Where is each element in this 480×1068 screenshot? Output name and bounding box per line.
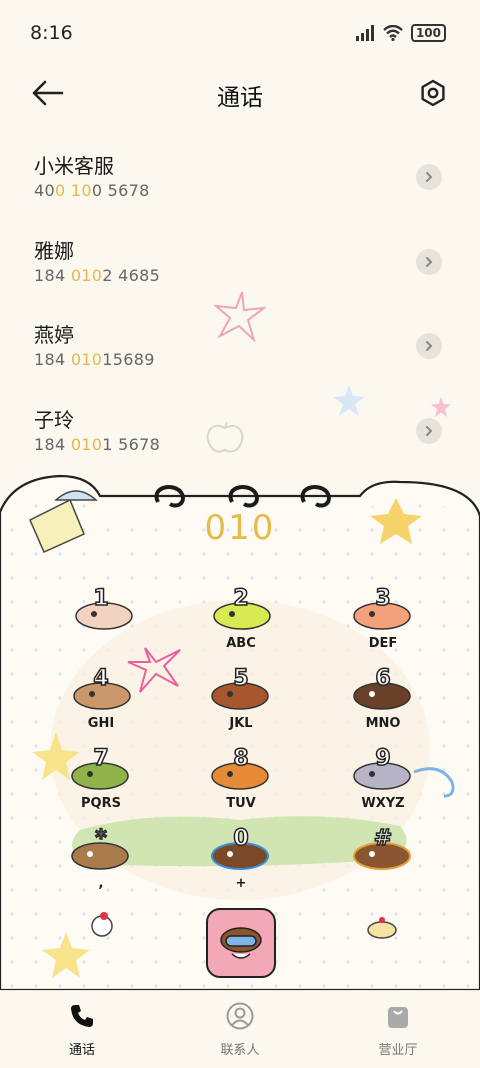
key-letters: MNO: [365, 716, 401, 731]
battery-indicator: 100: [410, 24, 446, 42]
header: 通话: [0, 64, 480, 126]
key-digit: 0: [233, 825, 250, 852]
key-letters: TUV: [226, 796, 256, 811]
key-letters: JKL: [229, 716, 253, 731]
nav-tab-contacts[interactable]: 联系人: [180, 1001, 300, 1058]
bottom-nav: 通话 联系人 营业厅: [0, 990, 480, 1068]
key-letters: ,: [98, 876, 104, 891]
contact-name: 雅娜: [34, 238, 74, 263]
key-letters: GHI: [87, 716, 115, 731]
small-pink-star-icon: [431, 397, 451, 417]
settings-button[interactable]: [418, 78, 448, 108]
nav-tab-store[interactable]: 营业厅: [338, 1001, 458, 1058]
status-time: 8:16: [30, 22, 73, 44]
dial-key-7[interactable]: 7 PQRS: [56, 744, 146, 814]
contact-number: 400 100 5678: [34, 181, 150, 200]
dial-key-3[interactable]: 3 DEF: [338, 584, 428, 654]
chevron-right-icon: [426, 341, 433, 351]
key-digit: 2: [233, 585, 250, 612]
call-detail-button[interactable]: [416, 164, 442, 190]
key-letters: DEF: [368, 636, 398, 651]
key-digit: #: [373, 825, 393, 852]
contact-number: 184 01015689: [34, 350, 155, 369]
key-letters: PQRS: [81, 796, 121, 811]
key-digit: *: [94, 825, 107, 852]
key-digit: 3: [375, 585, 392, 612]
call-button[interactable]: [206, 908, 276, 978]
nav-label: 通话: [68, 1043, 95, 1058]
call-detail-button[interactable]: [416, 333, 442, 359]
key-digit: 4: [93, 665, 110, 692]
pink-star-icon: [214, 291, 266, 342]
key-digit: 7: [93, 745, 110, 772]
status-icons: 100: [355, 24, 446, 42]
chevron-right-icon: [426, 256, 433, 267]
blue-star-icon: [333, 385, 365, 416]
dog-phone-icon: [220, 927, 262, 959]
dial-key-hash[interactable]: #: [338, 824, 428, 894]
gear-icon: [421, 79, 445, 107]
key-digit: 1: [93, 585, 110, 612]
key-digit: 8: [233, 745, 250, 772]
apple-icon: [206, 421, 244, 453]
page-title: 通话: [217, 85, 263, 111]
key-digit: 5: [233, 665, 250, 692]
call-detail-button[interactable]: [416, 417, 442, 444]
signal-icon: [355, 25, 374, 41]
call-item[interactable]: 小米客服 400 100 5678: [0, 132, 480, 217]
contact-number: 184 0101 5678: [34, 434, 161, 454]
nav-tab-calls[interactable]: 通话: [22, 1001, 142, 1058]
key-letters: ABC: [226, 636, 256, 651]
chevron-right-icon: [426, 172, 433, 182]
call-detail-button[interactable]: [416, 248, 442, 275]
contact-name: 子玲: [34, 407, 74, 432]
dial-key-4[interactable]: 4 GHI: [56, 664, 146, 734]
contact-name: 小米客服: [34, 154, 114, 178]
key-digit: 6: [375, 665, 392, 692]
bag-icon: [388, 1007, 408, 1028]
key-letters: +: [235, 876, 247, 891]
dial-key-6[interactable]: 6 MNO: [338, 664, 428, 734]
dial-number-display: 010: [204, 508, 276, 548]
dial-key-0[interactable]: 0 +: [196, 824, 286, 894]
chevron-right-icon: [426, 425, 433, 436]
contact-number: 184 0102 4685: [34, 265, 161, 285]
status-bar: 8:16 100: [0, 0, 480, 64]
wifi-icon: [383, 25, 403, 41]
key-digit: 9: [375, 745, 392, 772]
dial-key-1[interactable]: 1: [56, 584, 146, 654]
nav-label: 营业厅: [378, 1043, 418, 1058]
dial-key-8[interactable]: 8 TUV: [196, 744, 286, 814]
contact-icon: [226, 1002, 254, 1030]
dial-key-star[interactable]: * ,: [56, 824, 146, 894]
call-item[interactable]: 雅娜 184 0102 4685: [0, 217, 480, 302]
nav-label: 联系人: [220, 1043, 260, 1058]
key-letters: WXYZ: [361, 796, 405, 811]
dial-key-2[interactable]: 2 ABC: [196, 584, 286, 654]
dial-key-5[interactable]: 5 JKL: [196, 664, 286, 734]
contact-name: 燕婷: [34, 323, 74, 347]
dial-key-9[interactable]: 9 WXYZ: [338, 744, 428, 814]
phone-icon: [71, 1005, 93, 1027]
